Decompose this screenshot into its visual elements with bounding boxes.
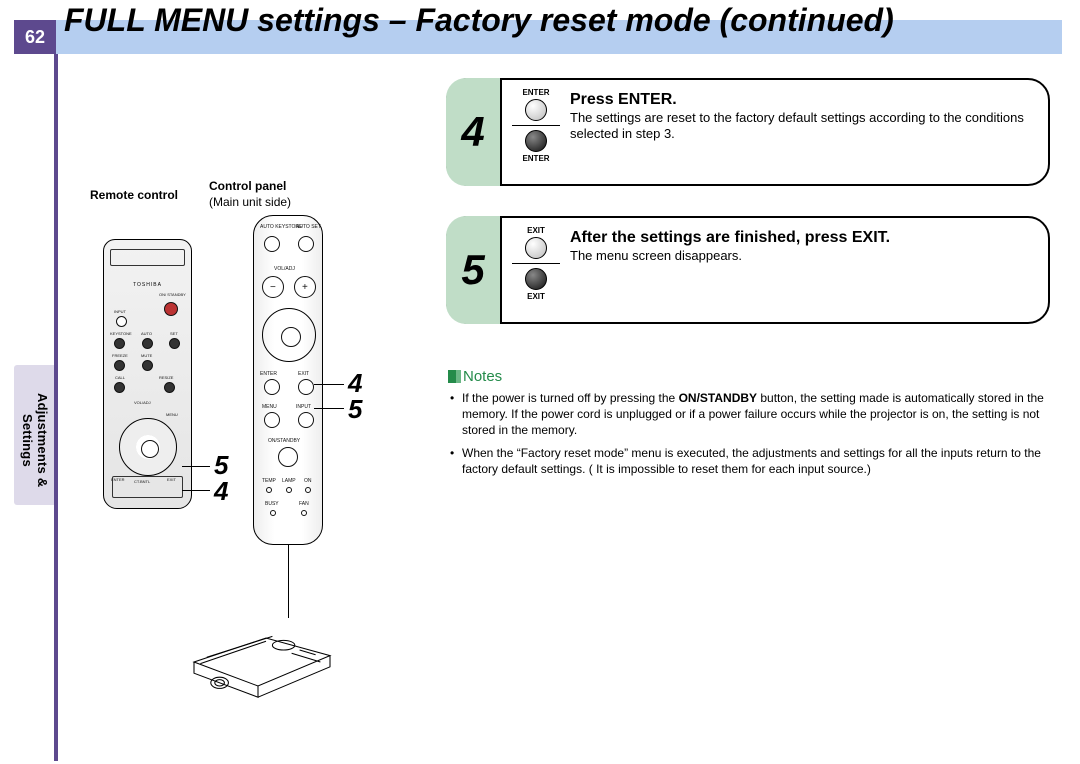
remote-auto-label: AUTO bbox=[141, 331, 152, 336]
panel-autoset-button bbox=[298, 236, 314, 252]
panel-onstandby-label: ON/STANDBY bbox=[268, 438, 300, 444]
callout-number: 5 bbox=[348, 394, 362, 425]
step-button-column: EXIT EXIT bbox=[508, 226, 564, 301]
panel-input-label: INPUT bbox=[296, 404, 311, 410]
remote-resize-button bbox=[164, 382, 175, 393]
callout-line bbox=[314, 408, 344, 409]
remote-on-standby-label: ON/ STANDBY bbox=[159, 292, 186, 297]
panel-label: Control panel bbox=[209, 179, 286, 193]
step-heading: After the settings are finished, press E… bbox=[570, 229, 890, 246]
step-heading: Press ENTER. bbox=[570, 91, 677, 108]
remote-freeze-button bbox=[114, 360, 125, 371]
panel-enter-button bbox=[264, 379, 280, 395]
remote-mute-button bbox=[142, 360, 153, 371]
callout-number: 4 bbox=[214, 476, 228, 507]
remote-mute-label: MUTE bbox=[141, 353, 152, 358]
remote-keystone-button bbox=[114, 338, 125, 349]
panel-sublabel: (Main unit side) bbox=[209, 195, 291, 209]
remote-input-label: INPUT bbox=[114, 309, 126, 314]
panel-autokeystone-button bbox=[264, 236, 280, 252]
panel-exit-button bbox=[298, 379, 314, 395]
notes-heading: Notes bbox=[448, 368, 502, 385]
remote-label: Remote control bbox=[90, 188, 178, 202]
panel-plus-label: + bbox=[302, 282, 308, 293]
remote-dpad bbox=[119, 418, 177, 476]
panel-on-label: ON bbox=[304, 478, 312, 484]
exit-button-icon bbox=[525, 237, 547, 259]
step-content: Press ENTER. The settings are reset to t… bbox=[570, 90, 1034, 143]
remote-brand: TOSHIBA bbox=[104, 282, 191, 288]
remote-freeze-label: FREEZE bbox=[112, 353, 128, 358]
step-body: The menu screen disappears. bbox=[570, 248, 742, 263]
step-card-5: 5 EXIT EXIT After the settings are finis… bbox=[446, 216, 1050, 324]
remote-bottom-plate bbox=[112, 476, 183, 498]
remote-keystone-label: KEYSTONE bbox=[110, 331, 132, 336]
panel-menu-button bbox=[264, 412, 280, 428]
title-bar: FULL MENU settings – Factory reset mode … bbox=[56, 20, 1062, 54]
panel-input-button bbox=[298, 412, 314, 428]
panel-lamp-led bbox=[286, 487, 292, 493]
list-item: When the “Factory reset mode” menu is ex… bbox=[450, 445, 1060, 477]
panel-busy-led bbox=[270, 510, 276, 516]
remote-set-label: SET bbox=[170, 331, 178, 336]
callout-line bbox=[182, 466, 210, 467]
step-button-column: ENTER ENTER bbox=[508, 88, 564, 163]
panel-fan-label: FAN bbox=[299, 501, 309, 507]
step-button-top-label: EXIT bbox=[508, 226, 564, 235]
enter-button-icon bbox=[525, 99, 547, 121]
panel-fan-led bbox=[301, 510, 307, 516]
step-button-bottom-label: ENTER bbox=[508, 154, 564, 163]
enter-button-dark-icon bbox=[525, 130, 547, 152]
step-body: The settings are reset to the factory de… bbox=[570, 110, 1024, 141]
step-button-bottom-label: EXIT bbox=[508, 292, 564, 301]
remote-menu-label: MENU bbox=[166, 412, 178, 417]
projector-diagram bbox=[178, 605, 338, 703]
page-number-badge: 62 bbox=[14, 20, 56, 54]
step-number: 4 bbox=[446, 78, 502, 186]
section-tab-label: Adjustments & Settings bbox=[20, 375, 50, 505]
notes-icon bbox=[448, 370, 457, 383]
step-content: After the settings are finished, press E… bbox=[570, 228, 1034, 264]
panel-minus-label: − bbox=[270, 282, 276, 293]
remote-voladj-label: VOL/ADJ bbox=[134, 400, 151, 405]
diagram-labels: Remote control Control panel (Main unit … bbox=[90, 188, 178, 202]
panel-dpad bbox=[262, 308, 316, 362]
remote-control-diagram: TOSHIBA ON/ STANDBY INPUT KEYSTONE AUTO … bbox=[103, 239, 192, 509]
panel-menu-label: MENU bbox=[262, 404, 277, 410]
panel-lamp-label: LAMP bbox=[282, 478, 296, 484]
panel-enter-label: ENTER bbox=[260, 371, 277, 377]
remote-input-button bbox=[116, 316, 127, 327]
remote-resize-label: RESIZE bbox=[159, 375, 173, 380]
remote-on-standby-button bbox=[164, 302, 178, 316]
vertical-rule bbox=[54, 54, 58, 761]
control-panel-diagram: AUTO KEYSTONE AUTO SET VOL/ADJ − + ENTER… bbox=[253, 215, 323, 545]
panel-busy-label: BUSY bbox=[265, 501, 279, 507]
panel-temp-label: TEMP bbox=[262, 478, 276, 484]
notes-heading-text: Notes bbox=[463, 368, 502, 385]
page-title: FULL MENU settings – Factory reset mode … bbox=[64, 2, 894, 39]
remote-auto-button bbox=[142, 338, 153, 349]
list-item: If the power is turned off by pressing t… bbox=[450, 390, 1060, 439]
step-number: 5 bbox=[446, 216, 502, 324]
panel-exit-label: EXIT bbox=[298, 371, 309, 377]
panel-temp-led bbox=[266, 487, 272, 493]
callout-line bbox=[314, 384, 344, 385]
notes-list: If the power is turned off by pressing t… bbox=[450, 390, 1060, 483]
remote-call-button bbox=[114, 382, 125, 393]
callout-line bbox=[182, 490, 210, 491]
step-button-top-label: ENTER bbox=[508, 88, 564, 97]
panel-voladj-label: VOL/ADJ bbox=[274, 266, 295, 272]
exit-button-dark-icon bbox=[525, 268, 547, 290]
remote-call-label: CALL bbox=[115, 375, 125, 380]
remote-set-button bbox=[169, 338, 180, 349]
panel-autoset-label: AUTO SET bbox=[296, 224, 321, 230]
step-card-4: 4 ENTER ENTER Press ENTER. The settings … bbox=[446, 78, 1050, 186]
section-tab: Adjustments & Settings bbox=[14, 365, 54, 505]
panel-on-led bbox=[305, 487, 311, 493]
panel-onstandby-button bbox=[278, 447, 298, 467]
